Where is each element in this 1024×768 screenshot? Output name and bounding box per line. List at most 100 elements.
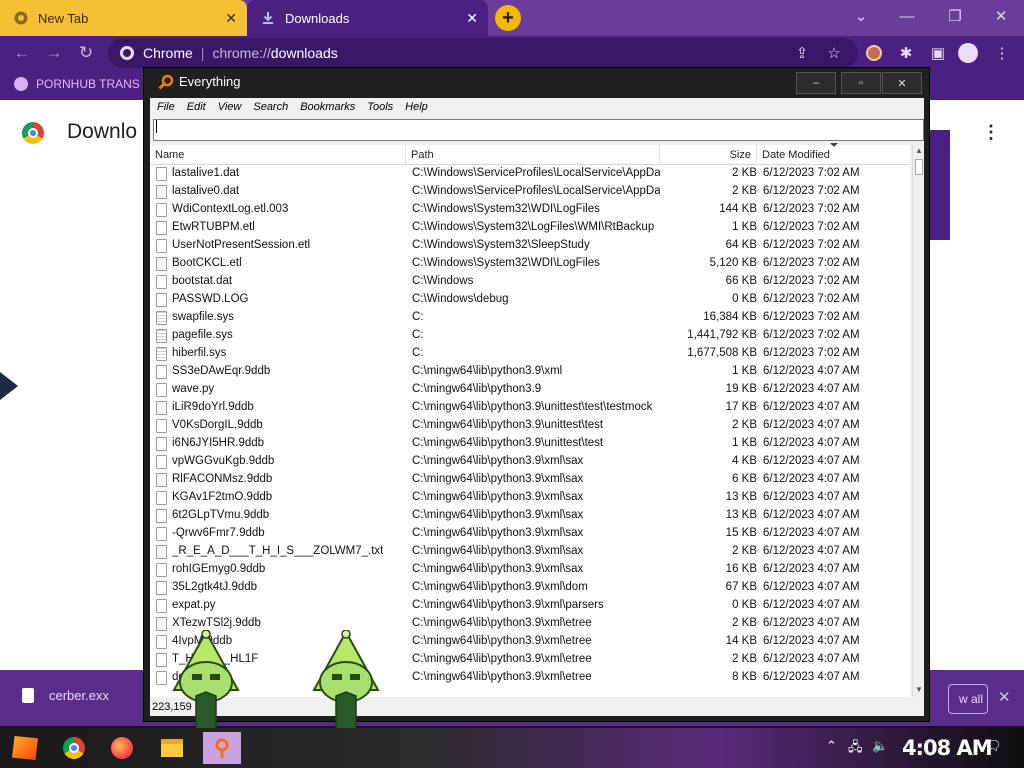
menu-file[interactable]: File — [157, 101, 175, 113]
extension-avatar-icon[interactable] — [864, 43, 884, 63]
result-row[interactable]: expat.py C:\mingw64\lib\python3.9\xml\par… — [150, 597, 910, 615]
bookmark-star-icon[interactable]: ☆ — [824, 43, 844, 63]
result-row[interactable]: wave.py C:\mingw64\lib\python3.9 19 KB 6/12… — [150, 381, 910, 399]
result-row[interactable]: V0KsDorgIL.9ddb C:\mingw64\lib\python3.9\… — [150, 417, 910, 435]
result-row[interactable]: SS3eDAwEqr.9ddb C:\mingw64\lib\python3.9\… — [150, 363, 910, 381]
address-bar[interactable]: Chrome | chrome:// downloads — [108, 38, 858, 68]
result-row[interactable]: hiberfil.sys C: 1,677,508 KB 6/12/2023 7:02… — [150, 345, 910, 363]
menu-bookmarks[interactable]: Bookmarks — [300, 101, 355, 113]
taskbar-chrome[interactable] — [55, 732, 93, 764]
network-icon[interactable]: 🖧 — [848, 738, 863, 760]
file-icon — [156, 599, 167, 613]
close-tab-icon[interactable]: ✕ — [466, 10, 478, 26]
result-row[interactable]: iLiR9doYrl.9ddb C:\mingw64\lib\python3.9\… — [150, 399, 910, 417]
result-row[interactable]: RlFACONMsz.9ddb C:\mingw64\lib\python3.9\… — [150, 471, 910, 489]
everything-titlebar[interactable]: Everything – ▫ ✕ — [144, 68, 929, 96]
result-row[interactable]: T_H_I_S__HL1FC:\mingw64\lib\python3.9\xm… — [150, 651, 910, 669]
chevron-down-icon[interactable]: ⌄ — [838, 4, 884, 28]
close-window-button[interactable]: ✕ — [978, 4, 1024, 28]
result-size: 67 KB — [725, 581, 757, 593]
result-row[interactable]: lastalive1.dat C:\Windows\ServiceProfiles… — [150, 165, 910, 183]
result-path: C:\mingw64\lib\python3.9\unittest\test — [412, 419, 604, 431]
scroll-thumb[interactable] — [915, 159, 923, 175]
scroll-up-icon[interactable]: ▲ — [914, 145, 924, 157]
result-date: 6/12/2023 7:02 AM — [763, 293, 860, 305]
restore-button[interactable]: ❐ — [932, 4, 978, 28]
extensions-puzzle-icon[interactable]: ✱ — [896, 43, 916, 63]
back-arrow-icon[interactable]: ← — [10, 41, 34, 65]
taskbar-file-explorer[interactable] — [153, 732, 191, 764]
maximize-button[interactable]: ▫ — [841, 72, 881, 94]
vertical-scrollbar[interactable]: ▲ ▼ — [912, 145, 924, 697]
file-icon — [156, 203, 167, 217]
result-row[interactable]: rohIGEmyg0.9ddb C:\mingw64\lib\python3.9\… — [150, 561, 910, 579]
minimize-button[interactable]: – — [796, 72, 836, 94]
result-row[interactable]: BootCKCL.etl C:\Windows\System32\WDI\LogF… — [150, 255, 910, 273]
scroll-down-icon[interactable]: ▼ — [914, 684, 924, 696]
result-row[interactable]: 4IvpM.9ddbC:\mingw64\lib\python3.9\xml\e… — [150, 633, 910, 651]
forward-arrow-icon[interactable]: → — [42, 41, 66, 65]
result-row[interactable]: -Qrwv6Fmr7.9ddb C:\mingw64\lib\python3.9\… — [150, 525, 910, 543]
taskbar-firefox[interactable] — [103, 732, 141, 764]
result-row[interactable]: swapfile.sys C: 16,384 KB 6/12/2023 7:02 AM — [150, 309, 910, 327]
tab-new-tab[interactable]: New Tab ✕ — [0, 0, 247, 36]
close-button[interactable]: ✕ — [882, 72, 922, 94]
share-icon[interactable]: ⇪ — [792, 43, 812, 63]
side-panel-icon[interactable]: ▣ — [928, 43, 948, 63]
result-path: C:\Windows\ServiceProfiles\LocalService\… — [412, 185, 660, 197]
reload-icon[interactable]: ↻ — [74, 41, 98, 65]
search-input[interactable] — [153, 119, 924, 141]
result-row[interactable]: XTezwTSl2j.9ddb C:\mingw64\lib\python3.9\… — [150, 615, 910, 633]
result-row[interactable]: i6N6JYI5HR.9ddb C:\mingw64\lib\python3.9\… — [150, 435, 910, 453]
column-header-date[interactable]: Date Modified — [757, 145, 910, 165]
result-date: 6/12/2023 4:07 AM — [763, 653, 860, 665]
column-header-path[interactable]: Path — [406, 145, 660, 165]
profile-avatar-icon[interactable] — [958, 43, 978, 63]
menu-tools[interactable]: Tools — [367, 101, 393, 113]
result-row[interactable]: ddbC:\mingw64\lib\python3.9\xml\etree8 K… — [150, 669, 910, 687]
result-row[interactable]: EtwRTUBPM.etl C:\Windows\System32\LogFile… — [150, 219, 910, 237]
result-row[interactable]: vpWGGvuKgb.9ddb C:\mingw64\lib\python3.9\… — [150, 453, 910, 471]
result-row[interactable]: PASSWD.LOG C:\Windows\debug 0 KB 6/12/2023 … — [150, 291, 910, 309]
result-row[interactable]: pagefile.sys C: 1,441,792 KB 6/12/2023 7:02… — [150, 327, 910, 345]
page-menu-icon[interactable]: ⋮ — [982, 122, 1000, 143]
column-header-size[interactable]: Size — [660, 145, 757, 165]
result-path: C:\Windows\System32\WDI\LogFiles — [412, 257, 600, 269]
result-row[interactable]: _R_E_A_D___T_H_I_S___ZOLWM7_.txt C:\mingw… — [150, 543, 910, 561]
menu-view[interactable]: View — [218, 101, 242, 113]
result-path: C:\Windows\ServiceProfiles\LocalService\… — [412, 167, 660, 179]
tab-downloads[interactable]: Downloads ✕ — [247, 0, 488, 36]
result-name: PASSWD.LOG — [172, 293, 249, 305]
close-tab-icon[interactable]: ✕ — [225, 10, 237, 26]
file-icon — [156, 221, 167, 235]
column-header-name[interactable]: Name — [150, 145, 406, 165]
menu-edit[interactable]: Edit — [187, 101, 206, 113]
minimize-button[interactable]: — — [884, 4, 930, 28]
show-all-button[interactable]: w all — [948, 684, 988, 714]
background-window-edge — [930, 130, 950, 240]
result-row[interactable]: 6t2GLpTVmu.9ddb C:\mingw64\lib\python3.9\… — [150, 507, 910, 525]
taskbar-clock[interactable]: 4:08 AM — [902, 736, 993, 760]
file-icon — [156, 527, 167, 541]
result-name: vpWGGvuKgb.9ddb — [172, 455, 275, 467]
result-row[interactable]: lastalive0.dat C:\Windows\ServiceProfiles… — [150, 183, 910, 201]
result-row[interactable]: KGAv1F2tmO.9ddb C:\mingw64\lib\python3.9\… — [150, 489, 910, 507]
start-menu-icon[interactable] — [12, 736, 38, 760]
result-path: C:\Windows\System32\LogFiles\WMI\RtBacku… — [412, 221, 655, 233]
file-icon — [156, 491, 167, 505]
menu-help[interactable]: Help — [405, 101, 428, 113]
volume-icon[interactable]: 🔈 — [872, 738, 888, 754]
menu-kebab-icon[interactable]: ⋮ — [992, 43, 1012, 63]
result-row[interactable]: 35L2gtk4tJ.9ddb C:\mingw64\lib\python3.9\… — [150, 579, 910, 597]
menu-search[interactable]: Search — [253, 101, 288, 113]
result-row[interactable]: WdiContextLog.etl.003 C:\Windows\System32… — [150, 201, 910, 219]
notifications-icon[interactable]: 🗨 — [985, 738, 1002, 754]
result-row[interactable]: bootstat.dat C:\Windows 66 KB 6/12/2023 7:0… — [150, 273, 910, 291]
download-item[interactable]: cerber.exx — [22, 688, 109, 703]
tray-chevron-icon[interactable]: ⌃ — [826, 738, 837, 754]
bookmark-item[interactable]: PORNHUB TRANS — [14, 77, 140, 91]
new-tab-button[interactable]: + — [495, 5, 521, 31]
close-shelf-icon[interactable]: ✕ — [998, 688, 1011, 706]
taskbar-everything[interactable]: ⚲ — [203, 732, 241, 764]
result-row[interactable]: UserNotPresentSession.etl C:\Windows\Syst… — [150, 237, 910, 255]
